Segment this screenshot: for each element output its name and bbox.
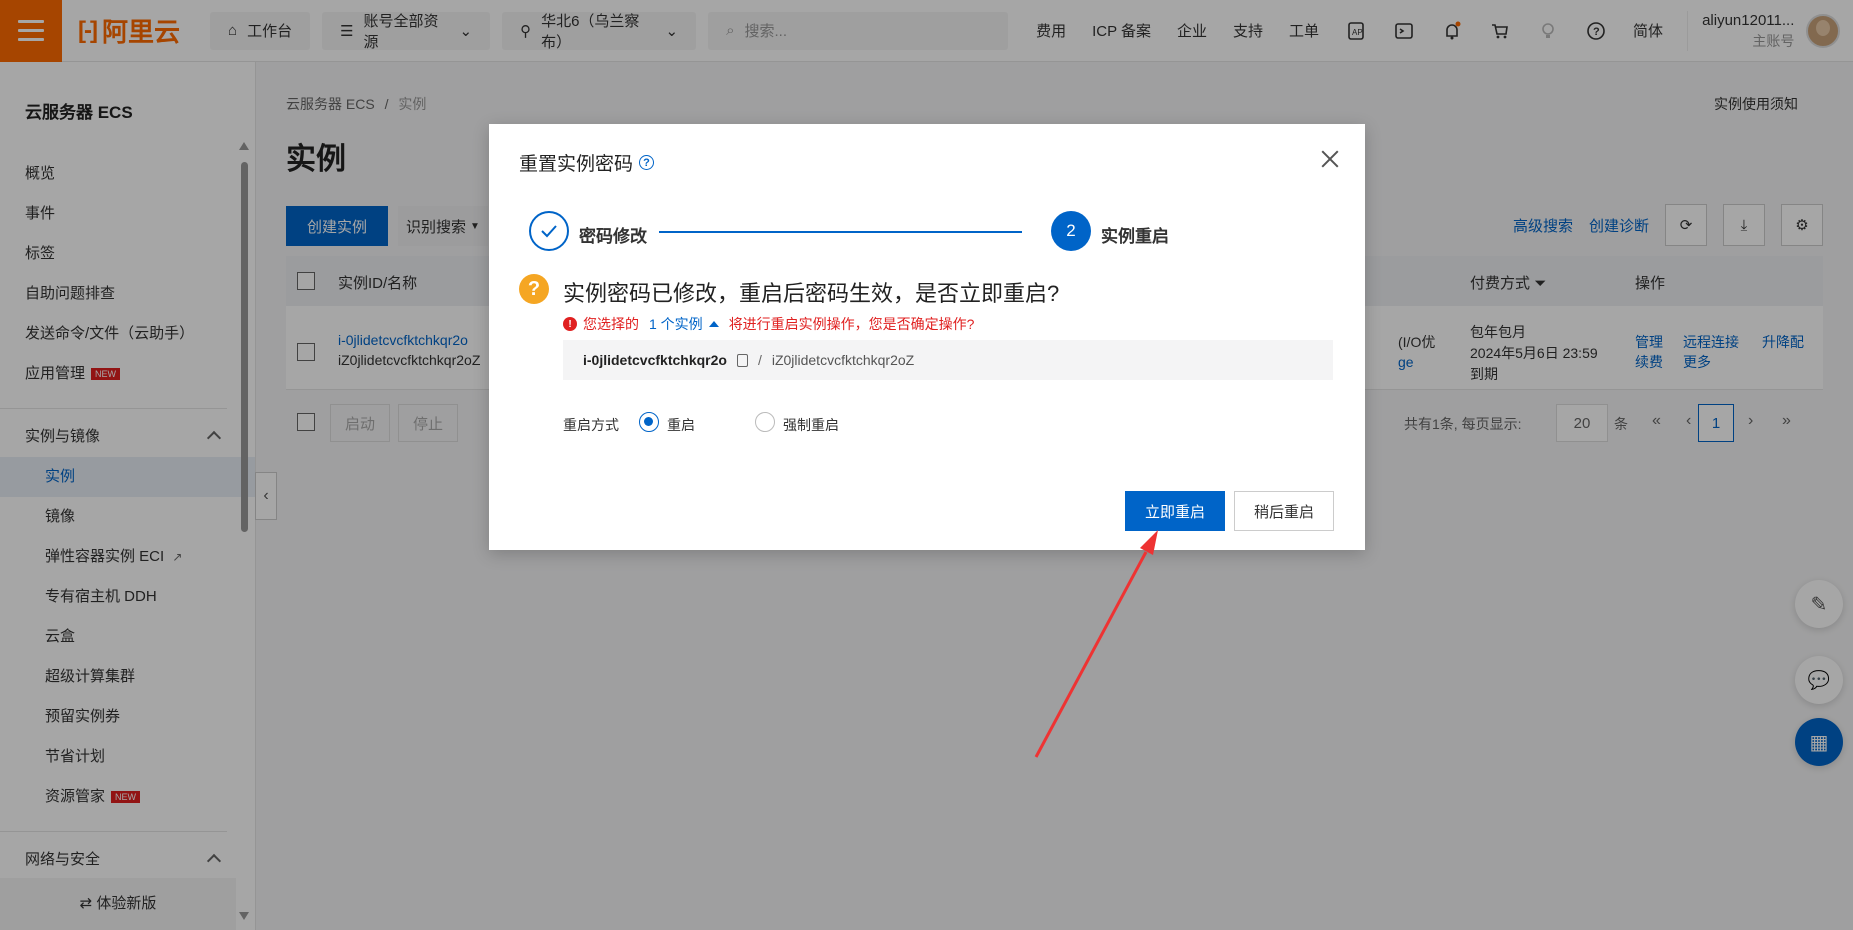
annotation-arrow xyxy=(1034,530,1158,758)
